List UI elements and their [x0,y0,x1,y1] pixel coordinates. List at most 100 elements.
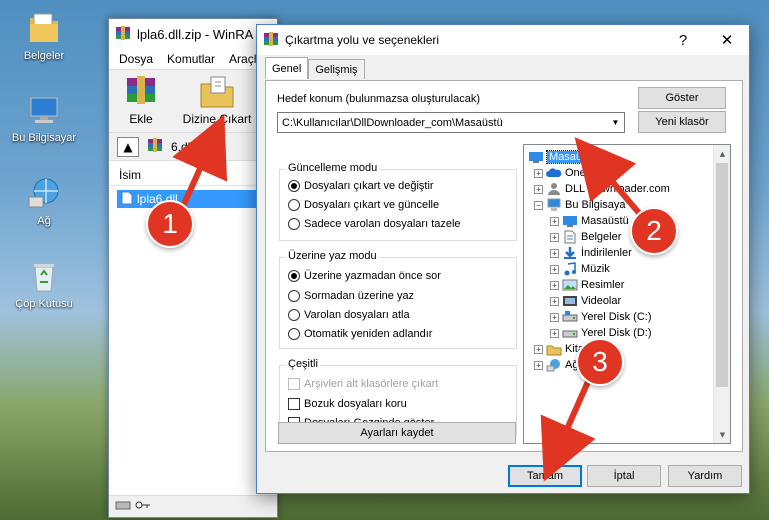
winrar-titlebar[interactable]: lpla6.dll.zip - WinRA [109,19,277,49]
help-button[interactable]: Yardım [668,465,742,487]
expand-icon[interactable]: + [550,296,559,306]
overwrite-option-without-prompt[interactable]: Sormadan üzerine yaz [288,290,414,302]
new-folder-button[interactable]: Yeni klasör [638,111,726,133]
tree-node-downloads[interactable]: + İndirilenler [550,245,632,261]
radio-button[interactable] [288,180,300,192]
desktop-icon [528,150,544,164]
radio-button[interactable] [288,270,300,282]
recycle-bin-icon [26,258,62,294]
tree-node-onedrive[interactable]: + OneD [534,165,594,181]
tree-node-music[interactable]: + Müzik [550,261,610,277]
overwrite-option-rename[interactable]: Otomatik yeniden adlandır [288,328,432,340]
winrar-menubar: Dosya Komutlar Araçla [109,49,277,69]
overwrite-option-ask[interactable]: Üzerine yazmadan önce sor [288,270,441,282]
expand-icon[interactable]: + [550,312,559,322]
tab-advanced[interactable]: Gelişmiş [308,59,365,79]
dialog-tabs: Genel Gelişmiş [265,57,365,79]
winrar-title: lpla6.dll.zip - WinRA [137,26,254,42]
expand-icon[interactable]: + [550,280,559,290]
tree-node-label: Yerel Disk (C:) [581,311,652,323]
desktop-icon-network[interactable]: Ağ [6,175,82,227]
menu-commands[interactable]: Komutlar [167,52,215,66]
desktop-icon-documents[interactable]: Belgeler [6,10,82,62]
radio-button[interactable] [288,328,300,340]
option-label: Sormadan üzerine yaz [304,290,415,302]
expand-icon[interactable]: + [550,248,559,258]
update-mode-title: Güncelleme modu [286,162,380,174]
cancel-button[interactable]: İptal [587,465,661,487]
tree-node-this-pc[interactable]: − Bu Bilgisaya [534,197,626,213]
file-row[interactable]: lpla6.dll [117,190,269,208]
expand-icon[interactable]: + [550,216,559,226]
column-name-label: İsim [119,167,141,182]
expand-icon[interactable]: + [534,344,543,354]
step-badge-1: 1 [146,200,194,248]
scroll-up-icon[interactable]: ▲ [714,145,730,162]
tree-scrollbar[interactable]: ▲ ▼ [713,145,730,443]
tree-node-videos[interactable]: + Videolar [550,293,621,309]
option-label: Dosyaları çıkart ve değiştir [304,180,434,192]
tree-node-label: Yerel Disk (D:) [581,327,652,339]
update-option-freshen[interactable]: Sadece varolan dosyaları tazele [288,218,461,230]
desktop-icon-recycle-bin[interactable]: Çöp Kutusu [6,258,82,310]
misc-option-keep-broken[interactable]: Bozuk dosyaları koru [288,398,407,410]
radio-button[interactable] [288,309,300,321]
overwrite-option-skip[interactable]: Varolan dosyaları atla [288,309,410,321]
help-title-button[interactable]: ? [661,25,705,55]
tree-node-desktop[interactable]: Masaüstü [528,149,600,165]
tree-node-user[interactable]: + DLL Downloader.com [534,181,670,197]
extract-options-dialog: Çıkartma yolu ve seçenekleri ? ✕ Genel G… [256,24,750,494]
add-button[interactable]: Ekle [119,74,163,126]
onedrive-icon [546,166,562,180]
expand-icon[interactable]: + [550,264,559,274]
tree-node-pictures[interactable]: + Resimler [550,277,624,293]
update-option-extract-update[interactable]: Dosyaları çıkart ve güncelle [288,199,439,211]
collapse-icon[interactable]: − [534,200,543,210]
desktop-icon-label: Bu Bilgisayar [11,132,77,144]
menu-file[interactable]: Dosya [119,52,153,66]
winrar-app-icon [115,25,131,44]
tree-node-documents[interactable]: + Belgeler [550,229,621,245]
chevron-down-icon[interactable]: ▼ [607,113,624,132]
ok-button[interactable]: Tamam [508,465,582,487]
up-folder-button[interactable]: ▲ [117,136,139,157]
checkbox[interactable] [288,398,300,410]
expand-icon[interactable]: + [550,328,559,338]
extract-to-button[interactable]: Dizine Çıkart [177,74,257,126]
target-path-combobox[interactable]: C:\Kullanıcılar\DllDownloader_com\Masaüs… [277,112,625,133]
file-icon [121,191,133,208]
radio-button[interactable] [288,290,300,302]
show-button[interactable]: Göster [638,87,726,109]
expand-icon[interactable]: + [534,168,543,178]
option-label: Varolan dosyaları atla [304,309,410,321]
desktop-icon-this-pc[interactable]: Bu Bilgisayar [6,92,82,144]
desktop-icon [562,214,578,228]
scroll-down-icon[interactable]: ▼ [714,426,730,443]
tree-node-drive-c[interactable]: + Yerel Disk (C:) [550,309,652,325]
tree-node-network[interactable]: + Ağ [534,357,578,373]
dialog-title: Çıkartma yolu ve seçenekleri [285,33,440,47]
radio-button[interactable] [288,199,300,211]
expand-icon[interactable]: + [534,184,543,194]
folder-tree[interactable]: Masaüstü + OneD + DLL Downloader.com − B… [523,144,731,444]
winrar-statusbar [109,495,277,517]
column-header-name[interactable]: İsim [109,164,277,186]
expand-icon[interactable]: + [534,360,543,370]
close-button[interactable]: ✕ [705,25,749,55]
dialog-titlebar[interactable]: Çıkartma yolu ve seçenekleri ? ✕ [257,25,749,55]
save-settings-button[interactable]: Ayarları kaydet [278,422,516,444]
computer-icon [546,198,562,212]
tab-general[interactable]: Genel [265,57,309,79]
option-label: Otomatik yeniden adlandır [304,328,433,340]
overwrite-mode-group: Üzerine yaz modu Üzerine yazmadan önce s… [279,250,517,349]
tree-node-pc-desktop[interactable]: + Masaüstü [550,213,629,229]
extract-to-button-label: Dizine Çıkart [182,112,252,126]
computer-icon [26,92,62,128]
update-option-extract-replace[interactable]: Dosyaları çıkart ve değiştir [288,180,434,192]
expand-icon[interactable]: + [550,232,559,242]
documents-folder-icon [26,10,62,46]
user-icon [546,182,562,196]
scrollbar-thumb[interactable] [716,163,728,387]
documents-icon [562,230,578,244]
radio-button[interactable] [288,218,300,230]
